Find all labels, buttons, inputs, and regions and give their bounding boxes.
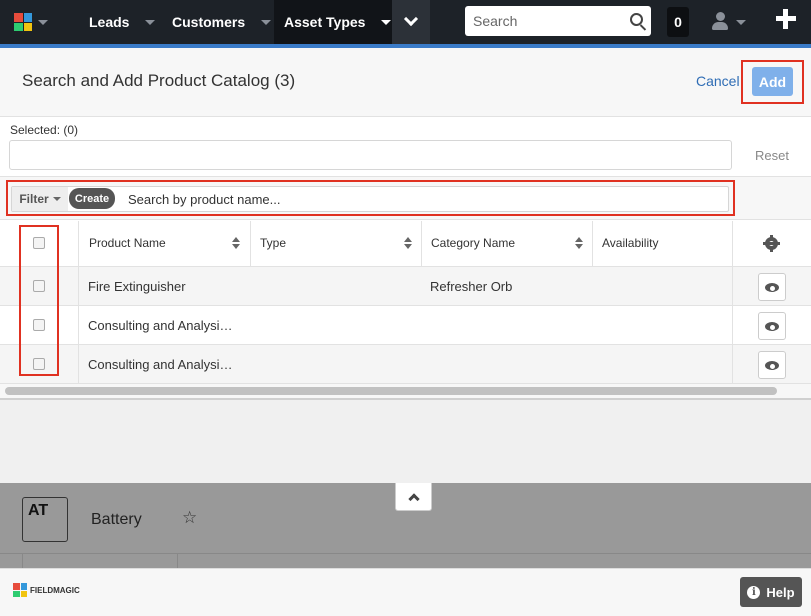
collapse-button[interactable] bbox=[395, 483, 432, 511]
column-header-availability[interactable]: Availability bbox=[602, 236, 658, 250]
divider bbox=[177, 553, 178, 568]
table-row[interactable]: Fire Extinguisher Refresher Orb bbox=[0, 267, 811, 306]
cell-product-name: Consulting and Analysi… bbox=[88, 318, 233, 333]
record-title: Battery bbox=[91, 511, 142, 528]
nav-item-label: Asset Types bbox=[284, 14, 366, 30]
add-button[interactable]: Add bbox=[752, 67, 793, 96]
column-divider[interactable] bbox=[421, 221, 422, 267]
cell-product-name: Fire Extinguisher bbox=[88, 279, 186, 294]
view-button[interactable] bbox=[758, 312, 786, 340]
chevron-down-icon bbox=[381, 19, 392, 25]
column-divider[interactable] bbox=[250, 221, 251, 267]
checkbox-column-highlight bbox=[19, 225, 59, 376]
brand-name: FIELDMAGIC bbox=[30, 585, 80, 595]
modal-header: Search and Add Product Catalog (3) Cance… bbox=[0, 48, 811, 117]
cancel-button[interactable]: Cancel bbox=[696, 73, 740, 89]
table-row[interactable]: Consulting and Analysi… bbox=[0, 306, 811, 345]
user-menu-button[interactable] bbox=[712, 10, 752, 34]
sort-icon[interactable] bbox=[404, 237, 412, 249]
chevron-down-icon bbox=[403, 11, 419, 27]
user-icon bbox=[712, 12, 728, 32]
record-avatar-text: AT bbox=[28, 502, 49, 519]
footer bbox=[0, 568, 811, 616]
plus-icon[interactable] bbox=[776, 9, 796, 29]
eye-icon bbox=[765, 321, 779, 331]
chevron-up-icon bbox=[407, 493, 420, 505]
nav-item-label: Customers bbox=[172, 14, 246, 30]
app-menu-button[interactable] bbox=[14, 8, 54, 36]
nav-item-leads[interactable]: Leads bbox=[89, 0, 156, 44]
nav-item-customers[interactable]: Customers bbox=[172, 0, 272, 44]
modal-title: Search and Add Product Catalog (3) bbox=[22, 71, 296, 90]
modal-bottom-area bbox=[0, 398, 811, 483]
divider bbox=[0, 553, 811, 554]
star-icon[interactable]: ☆ bbox=[182, 508, 197, 528]
gear-icon[interactable] bbox=[763, 237, 780, 250]
view-button[interactable] bbox=[758, 351, 786, 379]
help-button[interactable]: i Help bbox=[740, 577, 802, 607]
cell-product-name: Consulting and Analysi… bbox=[88, 357, 233, 372]
view-button[interactable] bbox=[758, 273, 786, 301]
eye-icon bbox=[765, 282, 779, 292]
global-search bbox=[465, 6, 651, 36]
column-divider bbox=[732, 221, 733, 384]
column-header-category-name[interactable]: Category Name bbox=[431, 236, 515, 250]
product-table: Product Name Type Category Name Availabi… bbox=[0, 221, 811, 384]
eye-icon bbox=[765, 360, 779, 370]
search-icon[interactable] bbox=[630, 13, 643, 26]
horizontal-scrollbar[interactable] bbox=[0, 384, 811, 398]
scrollbar-thumb[interactable] bbox=[5, 387, 777, 395]
selected-count-label: Selected: (0) bbox=[10, 123, 79, 137]
column-divider[interactable] bbox=[592, 221, 593, 267]
info-icon: i bbox=[747, 585, 761, 599]
global-search-input[interactable] bbox=[473, 13, 623, 29]
table-header-row: Product Name Type Category Name Availabi… bbox=[0, 221, 811, 267]
help-label: Help bbox=[766, 584, 795, 600]
column-divider bbox=[78, 221, 79, 384]
app-logo-icon bbox=[14, 13, 32, 31]
reset-button[interactable]: Reset bbox=[755, 148, 789, 163]
divider bbox=[0, 398, 811, 400]
selected-items-field[interactable] bbox=[9, 140, 732, 170]
column-header-product-name[interactable]: Product Name bbox=[89, 236, 166, 250]
sort-icon[interactable] bbox=[232, 237, 240, 249]
fieldmagic-logo-icon bbox=[13, 583, 27, 597]
divider bbox=[22, 553, 23, 568]
chevron-down-icon bbox=[261, 19, 272, 25]
nav-item-asset-types[interactable]: Asset Types bbox=[274, 0, 392, 44]
notification-count-badge[interactable]: 0 bbox=[667, 7, 689, 37]
cell-category-name: Refresher Orb bbox=[430, 279, 513, 294]
sort-icon[interactable] bbox=[575, 237, 583, 249]
chevron-down-icon bbox=[38, 19, 48, 25]
chevron-down-icon bbox=[736, 19, 746, 25]
table-row[interactable]: Consulting and Analysi… bbox=[0, 345, 811, 384]
column-header-type[interactable]: Type bbox=[260, 236, 286, 250]
chevron-down-icon bbox=[145, 19, 156, 25]
fieldmagic-logo: FIELDMAGIC bbox=[13, 583, 80, 597]
nav-more-button[interactable] bbox=[392, 0, 430, 44]
filter-bar-highlight bbox=[6, 180, 735, 216]
nav-item-label: Leads bbox=[89, 14, 130, 30]
